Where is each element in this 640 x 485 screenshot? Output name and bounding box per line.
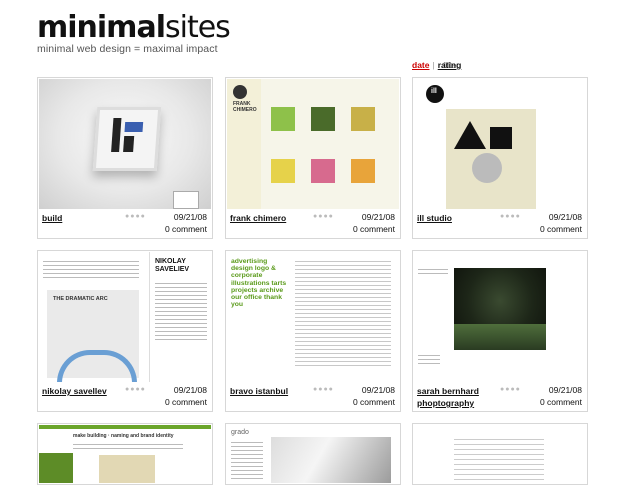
logo-bold: minimal [37,10,166,45]
thumb-tile [271,107,295,131]
thumb-photo [99,455,155,483]
thumb-text-lines [295,258,391,368]
site-date: 09/21/08 [173,212,207,222]
thumb-text-lines [418,352,440,364]
comment-count-link[interactable]: 0 comment [540,397,582,407]
site-card: FRANK CHIMERO frank chimero ●●●● 09/21/0… [225,77,401,239]
site-thumbnail[interactable]: grado [227,425,399,483]
site-date: 09/21/08 [548,385,582,395]
thumb-tile [351,107,375,131]
thumb-frame [92,107,162,171]
tagline: minimal web design = maximal impact [37,43,218,55]
thumb-logo-circle [233,85,247,99]
site-name-link[interactable]: build [42,212,137,224]
site-date: 09/21/08 [361,212,395,222]
thumb-poster [446,109,536,209]
thumb-grass [454,324,546,350]
comment-count-link[interactable]: 0 comment [353,397,395,407]
thumb-photo [271,437,391,483]
thumb-block [111,118,122,152]
rating-dots[interactable]: ●●●● [313,386,334,393]
comment-count-link[interactable]: 0 comment [165,224,207,234]
thumb-block [123,136,135,152]
thumb-tile [311,107,335,131]
thumb-title: FRANK CHIMERO [233,101,257,113]
site-card: build ●●●● 09/21/08 0 comment [37,77,213,239]
thumb-shape [490,127,512,149]
thumb-shape [472,153,502,183]
site-date: 09/21/08 [173,385,207,395]
site-name-link[interactable]: sarah bernhard phoptography [417,385,512,409]
thumb-text-lines [155,280,207,340]
thumb-divider [149,252,150,382]
site-name-link[interactable]: nikolay savellev [42,385,137,397]
site-name-link[interactable]: bravo istanbul [230,385,325,397]
thumb-logo-text: grado [231,429,249,436]
filter-options: date | rating [412,60,461,70]
site-card: make building · naming and brand identit… [37,423,213,485]
site-card: ill ill studio ●●●● 09/21/08 0 comment [412,77,588,239]
site-card: grado [225,423,401,485]
site-name-link[interactable]: ill studio [417,212,512,224]
thumb-photo [39,453,73,483]
thumb-tile [351,159,375,183]
rating-dots[interactable]: ●●●● [500,213,521,220]
thumb-arc [57,350,137,382]
comment-count-link[interactable]: 0 comment [540,224,582,234]
rating-dots[interactable]: ●●●● [125,386,146,393]
comment-count-link[interactable]: 0 comment [165,397,207,407]
comment-count-link[interactable]: 0 comment [353,224,395,234]
site-date: 09/21/08 [361,385,395,395]
thumb-text-lines [43,258,139,280]
thumb-logo-circle: ill [426,85,444,103]
rating-dots[interactable]: ●●●● [313,213,334,220]
site-thumbnail[interactable] [414,425,586,483]
thumb-text-lines [454,435,544,483]
thumb-small-frame [173,191,199,209]
thumb-heading: NIKOLAY SAVELIEV [155,258,190,273]
site-logo[interactable]: minimalsites minimal web design = maxima… [37,13,231,56]
thumb-tile [271,159,295,183]
site-card: sarah bernhard phoptography ●●●● 09/21/0… [412,250,588,412]
filter-separator: | [432,60,435,70]
thumb-text-lines [73,441,183,451]
thumb-text-lines [418,266,448,276]
thumb-block [124,122,144,132]
thumb-logo-text: ill [431,88,437,95]
site-thumbnail[interactable]: make building · naming and brand identit… [39,425,211,483]
thumb-book: THE DRAMATIC ARC [47,290,139,382]
thumb-shape [454,121,486,149]
site-thumbnail[interactable] [39,79,211,209]
rating-dots[interactable]: ●●●● [125,213,146,220]
filter-rating-link[interactable]: rating [438,60,462,70]
site-thumbnail[interactable]: ill [414,79,586,209]
site-thumbnail[interactable]: FRANK CHIMERO [227,79,399,209]
site-name-link[interactable]: frank chimero [230,212,325,224]
site-thumbnail[interactable]: advertising design logo & corporate illu… [227,252,399,382]
site-thumbnail[interactable] [414,252,586,382]
thumb-text-lines [231,439,263,479]
site-card [412,423,588,485]
thumb-nav-words: advertising design logo & corporate illu… [231,258,287,309]
logo-wordmark[interactable]: minimalsites [37,13,231,43]
thumb-tile [311,159,335,183]
thumb-book-title: THE DRAMATIC ARC [53,296,108,302]
site-date: 09/21/08 [548,212,582,222]
rating-dots[interactable]: ●●●● [500,386,521,393]
site-card: advertising design logo & corporate illu… [225,250,401,412]
site-card: THE DRAMATIC ARC NIKOLAY SAVELIEV nikola… [37,250,213,412]
thumb-title: make building · naming and brand identit… [73,433,174,439]
site-thumbnail[interactable]: THE DRAMATIC ARC NIKOLAY SAVELIEV [39,252,211,382]
thumb-sidebar [227,79,261,209]
filter-date-link[interactable]: date [412,60,429,70]
logo-light: sites [164,10,231,45]
thumb-top-bar [39,425,211,429]
